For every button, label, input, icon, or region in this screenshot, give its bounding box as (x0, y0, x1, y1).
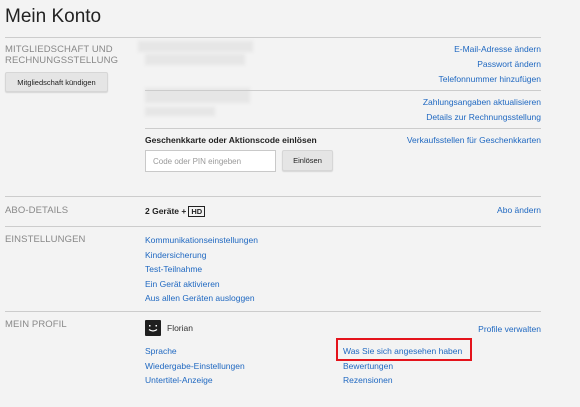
redacted-billing (145, 107, 215, 116)
divider (5, 226, 541, 227)
cancel-membership-button[interactable]: Mitgliedschaft kündigen (5, 72, 108, 92)
add-phone-link[interactable]: Telefonnummer hinzufügen (438, 74, 541, 84)
reviews-link[interactable]: Rezensionen (343, 375, 393, 385)
profile-section-label: MEIN PROFIL (5, 319, 67, 330)
plan-details: 2 Geräte + HD (145, 206, 206, 218)
giftcard-code-input[interactable] (145, 150, 276, 172)
billing-details-link[interactable]: Details zur Rechnungsstellung (426, 112, 541, 122)
language-link[interactable]: Sprache (145, 346, 177, 356)
profile-avatar[interactable] (145, 320, 161, 336)
giftcard-heading: Geschenkkarte oder Aktionscode einlösen (145, 135, 317, 145)
plan-section-label: ABO-DETAILS (5, 205, 69, 216)
activate-device-link[interactable]: Ein Gerät aktivieren (145, 279, 220, 289)
divider (5, 196, 541, 197)
section-label-line: MITGLIEDSCHAFT UND (5, 44, 113, 55)
playback-settings-link[interactable]: Wiedergabe-Einstellungen (145, 361, 245, 371)
divider (145, 90, 541, 91)
divider (5, 37, 541, 38)
divider (5, 311, 541, 312)
divider (145, 128, 541, 129)
section-label-line: RECHNUNGSSTELLUNG (5, 55, 119, 66)
viewing-activity-link[interactable]: Was Sie sich angesehen haben (343, 346, 462, 356)
change-email-link[interactable]: E-Mail-Adresse ändern (454, 44, 541, 54)
profile-name: Florian (167, 323, 193, 333)
manage-profiles-link[interactable]: Profile verwalten (478, 324, 541, 334)
giftcard-retailers-link[interactable]: Verkaufsstellen für Geschenkkarten (407, 135, 541, 145)
subtitle-appearance-link[interactable]: Untertitel-Anzeige (145, 375, 213, 385)
change-password-link[interactable]: Passwort ändern (477, 59, 541, 69)
redacted-email (138, 41, 253, 52)
plan-text: 2 Geräte + (145, 206, 187, 216)
update-payment-link[interactable]: Zahlungsangaben aktualisieren (423, 97, 541, 107)
hd-badge: HD (188, 206, 206, 218)
redacted-password (145, 54, 245, 65)
sign-out-all-devices-link[interactable]: Aus allen Geräten ausloggen (145, 293, 255, 303)
membership-section-label: MITGLIEDSCHAFT UND RECHNUNGSSTELLUNG (5, 44, 118, 66)
test-participation-link[interactable]: Test-Teilnahme (145, 264, 202, 274)
smiley-icon (148, 325, 158, 332)
settings-section-label: EINSTELLUNGEN (5, 234, 86, 245)
redeem-button[interactable]: Einlösen (282, 150, 333, 171)
change-plan-link[interactable]: Abo ändern (497, 205, 541, 215)
page-title: Mein Konto (5, 6, 102, 27)
parental-controls-link[interactable]: Kindersicherung (145, 250, 206, 260)
ratings-link[interactable]: Bewertungen (343, 361, 393, 371)
communication-settings-link[interactable]: Kommunikationseinstellungen (145, 235, 258, 245)
